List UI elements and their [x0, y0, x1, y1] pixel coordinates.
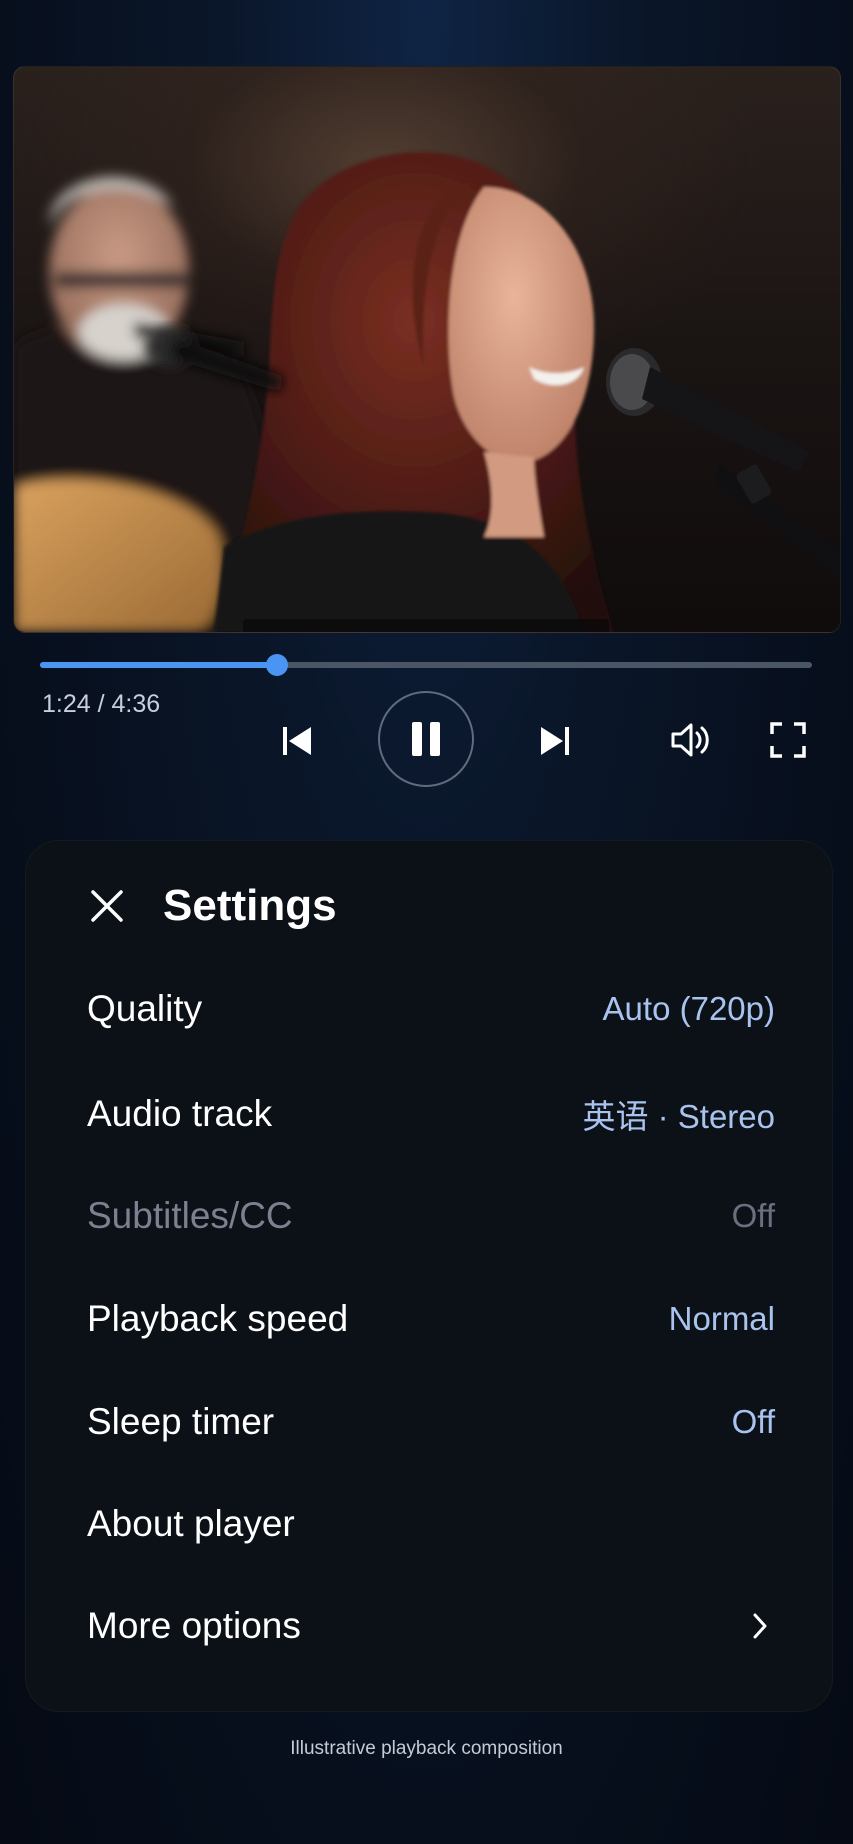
settings-header: Settings — [26, 841, 832, 981]
close-icon — [91, 890, 123, 922]
settings-title: Settings — [163, 881, 337, 930]
footnote: Illustrative playback composition — [290, 1738, 563, 1759]
settings-row-value: Off — [731, 1403, 775, 1440]
settings-row-label: Playback speed — [87, 1298, 349, 1339]
skip-previous-icon — [283, 727, 311, 755]
skip-next-icon — [541, 727, 569, 755]
settings-row-label: About player — [87, 1503, 295, 1544]
volume-icon — [671, 723, 709, 757]
pause-icon — [412, 722, 440, 756]
seek-bar[interactable] — [40, 654, 812, 676]
settings-row-about-player[interactable]: About player — [26, 1479, 832, 1569]
settings-row-subtitles: Subtitles/CC Off — [26, 1171, 832, 1261]
fullscreen-button[interactable] — [762, 714, 814, 766]
chevron-right-icon — [745, 1611, 775, 1641]
video-scene-illustration — [14, 152, 840, 632]
settings-row-audio-track[interactable]: Audio track 英语 · Stereo — [26, 1069, 832, 1159]
settings-row-value: 英语 · Stereo — [582, 1098, 775, 1135]
settings-row-value: Off — [731, 1197, 775, 1234]
settings-row-quality[interactable]: Quality Auto (720p) — [26, 964, 832, 1054]
seek-bar-thumb[interactable] — [266, 654, 288, 676]
video-frame[interactable]: Music brings us together. — [13, 66, 841, 633]
settings-row-label: Sleep timer — [87, 1401, 275, 1442]
pause-button[interactable] — [378, 691, 474, 787]
previous-button[interactable] — [272, 716, 322, 766]
volume-button[interactable] — [666, 714, 718, 766]
settings-row-label: Audio track — [87, 1093, 273, 1134]
settings-row-label: More options — [87, 1605, 301, 1646]
settings-panel: Settings Quality Auto (720p) Audio track… — [25, 840, 833, 1712]
seek-bar-progress — [40, 662, 277, 668]
next-button[interactable] — [530, 716, 580, 766]
time-display: 1:24 / 4:36 — [42, 690, 161, 718]
settings-row-label: Subtitles/CC — [87, 1195, 293, 1236]
settings-row-sleep-timer[interactable]: Sleep timer Off — [26, 1377, 832, 1467]
settings-row-value: Normal — [668, 1300, 775, 1337]
subtitle-caption: Music brings us together. — [243, 619, 610, 632]
settings-row-playback-speed[interactable]: Playback speed Normal — [26, 1274, 832, 1364]
settings-row-label: Quality — [87, 988, 203, 1029]
settings-row-more-options[interactable]: More options — [26, 1581, 832, 1671]
close-settings-button[interactable] — [82, 881, 132, 931]
fullscreen-icon — [770, 722, 806, 758]
settings-row-value: Auto (720p) — [602, 990, 775, 1027]
